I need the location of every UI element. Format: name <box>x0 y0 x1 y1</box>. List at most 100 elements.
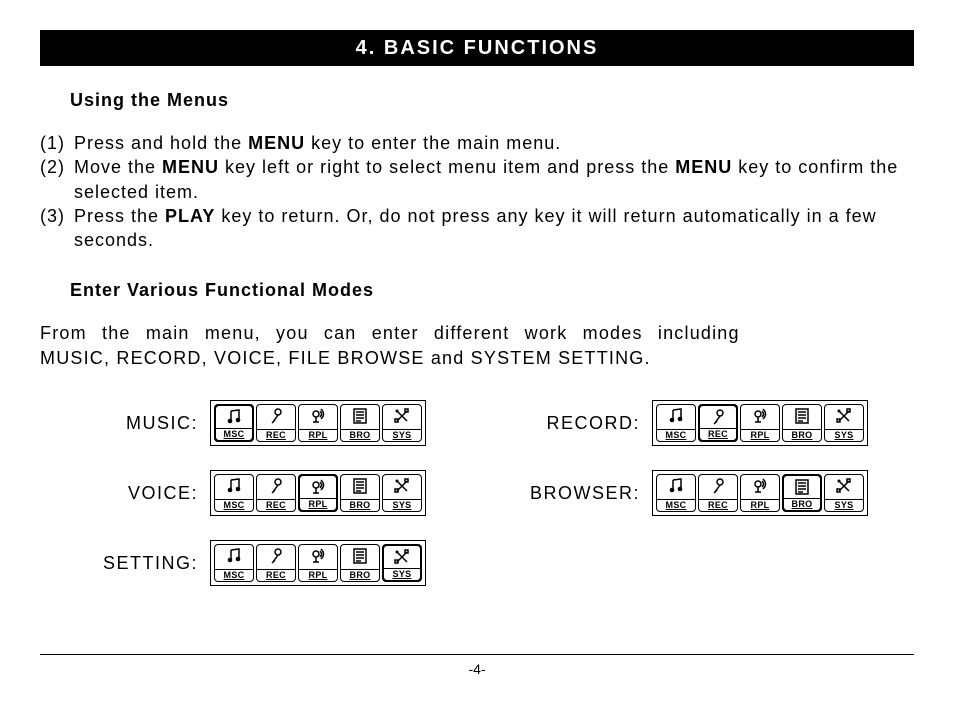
menu-icon-rpl: RPL <box>298 474 338 512</box>
menu-icon-label: RPL <box>299 429 337 441</box>
menu-icon-label: BRO <box>341 429 379 441</box>
body-text: From the main menu, you can enter differ… <box>40 321 914 370</box>
menu-icon-label: BRO <box>341 499 379 511</box>
tools-icon <box>393 476 411 496</box>
mode-label: VOICE: <box>60 483 210 504</box>
instructions-list: (1)Press and hold the MENU key to enter … <box>40 131 914 252</box>
menu-icon-label: MSC <box>216 428 252 440</box>
menu-icon-label: MSC <box>215 569 253 581</box>
list-icon <box>351 476 369 496</box>
menu-icon-sys: SYS <box>824 474 864 512</box>
subtitle-using-menus: Using the Menus <box>70 90 914 111</box>
menu-icon-sys: SYS <box>382 474 422 512</box>
mode-cell: VOICE: MSC REC RPL BRO SYS <box>60 470 462 516</box>
menu-icon-msc: MSC <box>214 474 254 512</box>
speak-icon <box>309 406 327 426</box>
mic-icon <box>267 406 285 426</box>
menu-icon-label: BRO <box>784 498 820 510</box>
menu-icon-label: MSC <box>215 499 253 511</box>
mode-cell: MUSIC: MSC REC RPL BRO SYS <box>60 400 462 446</box>
menu-icon-label: SYS <box>825 429 863 441</box>
mic-icon <box>267 546 285 566</box>
music-icon <box>225 476 243 496</box>
subtitle-functional-modes: Enter Various Functional Modes <box>70 280 914 301</box>
list-icon <box>793 477 811 497</box>
menu-icon-rec: REC <box>698 404 738 442</box>
mode-label: BROWSER: <box>502 483 652 504</box>
tools-icon <box>835 406 853 426</box>
page-number: -4- <box>0 661 954 677</box>
mic-icon <box>709 476 727 496</box>
menu-icon-label: REC <box>257 499 295 511</box>
menu-icon-rpl: RPL <box>740 404 780 442</box>
menu-icon-msc: MSC <box>656 404 696 442</box>
menu-icon-label: RPL <box>300 498 336 510</box>
instruction-number: (3) <box>40 204 74 253</box>
tools-icon <box>393 406 411 426</box>
menu-icon-msc: MSC <box>214 544 254 582</box>
tools-icon <box>835 476 853 496</box>
menu-icon-strip: MSC REC RPL BRO SYS <box>210 470 426 516</box>
instruction-row: (3)Press the PLAY key to return. Or, do … <box>40 204 914 253</box>
body-line-1: From the main menu, you can enter differ… <box>40 323 740 343</box>
speak-icon <box>309 546 327 566</box>
menu-icon-rec: REC <box>256 544 296 582</box>
speak-icon <box>751 476 769 496</box>
music-icon <box>225 546 243 566</box>
menu-icon-bro: BRO <box>340 474 380 512</box>
list-icon <box>351 406 369 426</box>
menu-icon-rec: REC <box>256 404 296 442</box>
instruction-row: (2)Move the MENU key left or right to se… <box>40 155 914 204</box>
menu-icon-label: RPL <box>741 429 779 441</box>
mic-icon <box>709 407 727 427</box>
menu-icon-strip: MSC REC RPL BRO SYS <box>210 540 426 586</box>
mode-cell: BROWSER: MSCRECRPL BRO SYS <box>502 470 904 516</box>
manual-page: 4. BASIC FUNCTIONS Using the Menus (1)Pr… <box>0 0 954 701</box>
menu-icon-strip: MSC REC RPL BRO SYS <box>210 400 426 446</box>
menu-icon-label: REC <box>700 428 736 440</box>
menu-icon-label: SYS <box>383 499 421 511</box>
section-header: 4. BASIC FUNCTIONS <box>40 30 914 66</box>
menu-icon-strip: MSC REC RPL BRO SYS <box>652 400 868 446</box>
menu-icon-label: MSC <box>657 429 695 441</box>
list-icon <box>351 546 369 566</box>
menu-icon-label: BRO <box>341 569 379 581</box>
mode-label: RECORD: <box>502 413 652 434</box>
menu-icon-rpl: RPL <box>298 544 338 582</box>
instruction-number: (1) <box>40 131 74 155</box>
body-line-2: MUSIC, RECORD, VOICE, FILE BROWSE and SY… <box>40 348 651 368</box>
menu-icon-label: SYS <box>384 568 420 580</box>
menu-icon-sys: SYS <box>824 404 864 442</box>
speak-icon <box>309 477 327 497</box>
menu-icon-strip: MSCRECRPL BRO SYS <box>652 470 868 516</box>
mode-label: MUSIC: <box>60 413 210 434</box>
mic-icon <box>267 476 285 496</box>
instruction-text: Press and hold the MENU key to enter the… <box>74 131 914 155</box>
menu-icon-label: SYS <box>825 499 863 511</box>
list-icon <box>793 406 811 426</box>
menu-icon-msc: MSC <box>214 404 254 442</box>
instruction-text: Press the PLAY key to return. Or, do not… <box>74 204 914 253</box>
menu-icon-bro: BRO <box>340 544 380 582</box>
modes-grid: MUSIC:MSCRECRPLBROSYSRECORD:MSCRECRPLBRO… <box>40 400 914 586</box>
menu-icon-bro: BRO <box>782 404 822 442</box>
menu-icon-label: MSC <box>657 499 695 511</box>
menu-icon-bro: BRO <box>782 474 822 512</box>
menu-icon-rpl: RPL <box>298 404 338 442</box>
instruction-row: (1)Press and hold the MENU key to enter … <box>40 131 914 155</box>
menu-icon-label: RPL <box>299 569 337 581</box>
menu-icon-sys: SYS <box>382 404 422 442</box>
menu-icon-label: SYS <box>383 429 421 441</box>
mode-cell: RECORD: MSC REC RPL BRO SYS <box>502 400 904 446</box>
music-icon <box>667 476 685 496</box>
menu-icon-label: REC <box>257 569 295 581</box>
menu-icon-label: RPL <box>741 499 779 511</box>
menu-icon-msc: MSC <box>656 474 696 512</box>
menu-icon-label: BRO <box>783 429 821 441</box>
menu-icon-rec: REC <box>698 474 738 512</box>
mode-label: SETTING: <box>60 553 210 574</box>
footer-divider <box>40 654 914 655</box>
instruction-text: Move the MENU key left or right to selec… <box>74 155 914 204</box>
music-icon <box>667 406 685 426</box>
menu-icon-label: REC <box>257 429 295 441</box>
